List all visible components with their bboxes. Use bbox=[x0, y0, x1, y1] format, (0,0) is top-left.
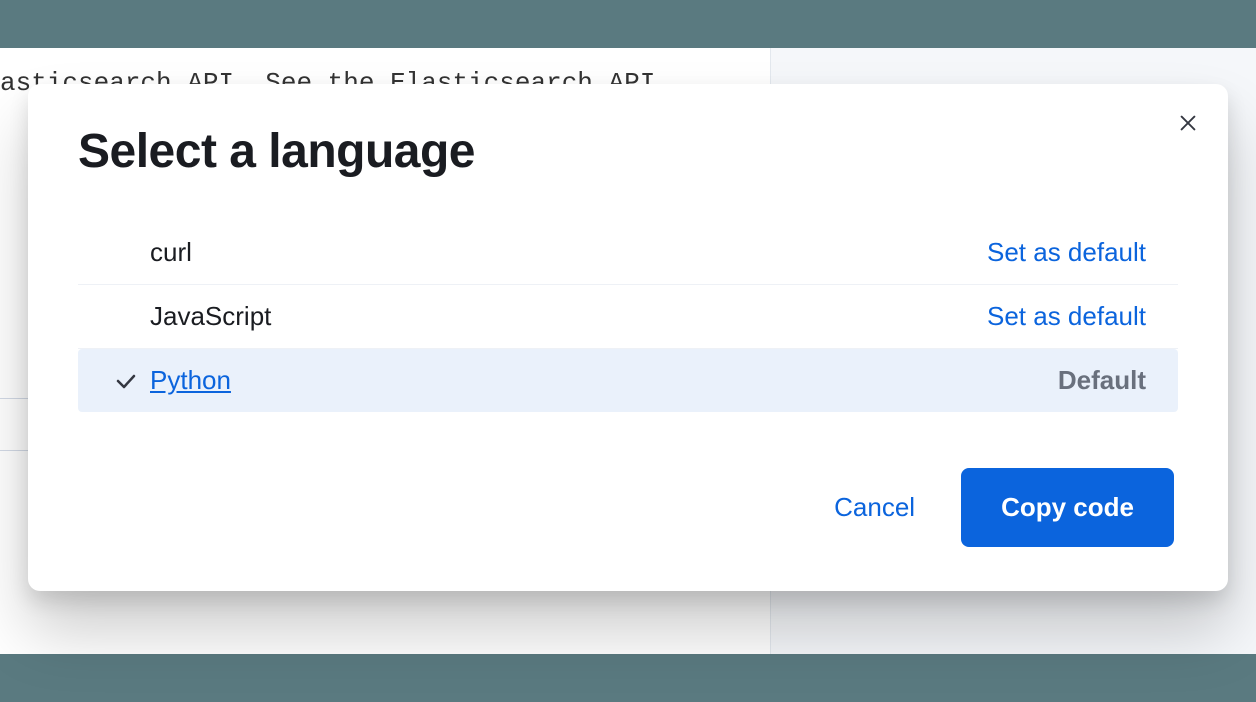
close-button[interactable] bbox=[1170, 106, 1206, 142]
language-row-python[interactable]: Python Default bbox=[78, 349, 1178, 412]
language-name: Python bbox=[150, 365, 231, 396]
close-icon bbox=[1177, 112, 1199, 137]
set-default-button[interactable]: Set as default bbox=[987, 237, 1146, 268]
language-name: JavaScript bbox=[150, 301, 271, 332]
language-list: curl Set as default JavaScript Set as de… bbox=[78, 221, 1178, 412]
language-name: curl bbox=[150, 237, 192, 268]
modal-title: Select a language bbox=[78, 124, 1178, 179]
select-language-modal: Select a language curl Set as default Ja… bbox=[28, 84, 1228, 591]
language-row-curl[interactable]: curl Set as default bbox=[78, 221, 1178, 285]
check-icon bbox=[102, 369, 150, 393]
default-label: Default bbox=[1058, 365, 1146, 396]
modal-footer: Cancel Copy code bbox=[78, 468, 1178, 547]
set-default-button[interactable]: Set as default bbox=[987, 301, 1146, 332]
cancel-button[interactable]: Cancel bbox=[828, 484, 921, 531]
language-row-javascript[interactable]: JavaScript Set as default bbox=[78, 285, 1178, 349]
copy-code-button[interactable]: Copy code bbox=[961, 468, 1174, 547]
